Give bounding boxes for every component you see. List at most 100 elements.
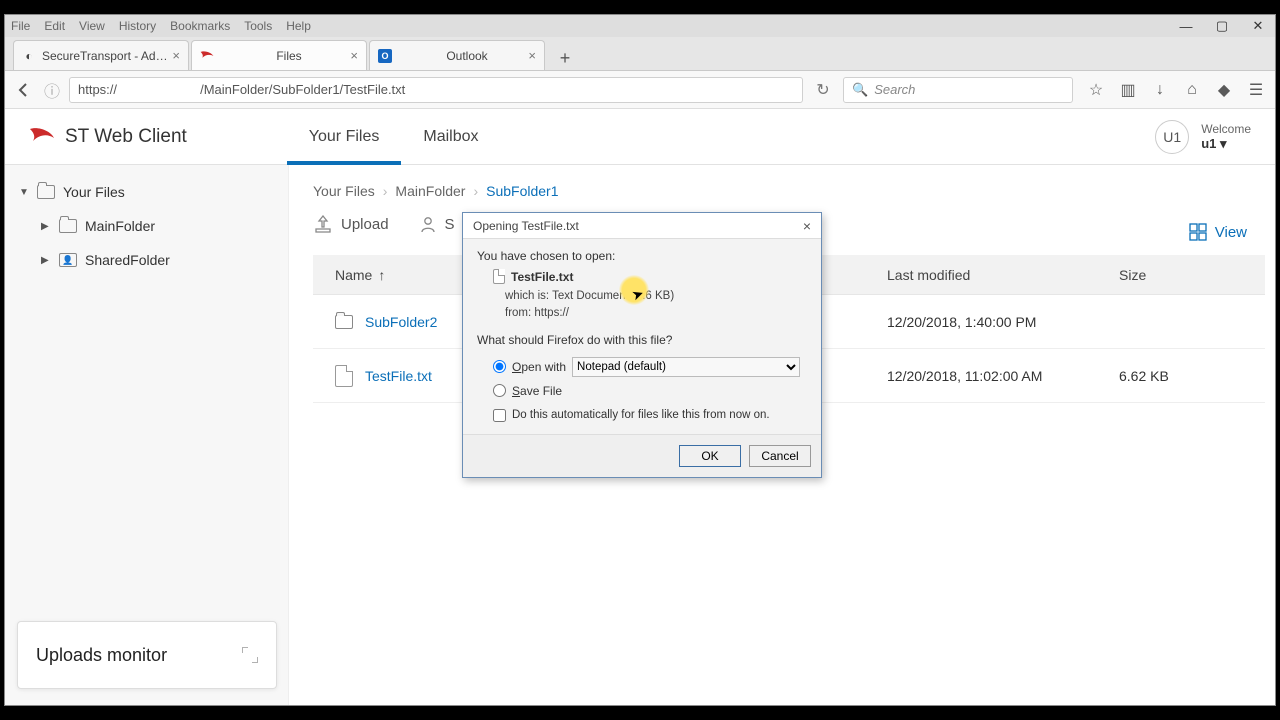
view-toggle[interactable]: View <box>1189 223 1247 241</box>
nav-your-files[interactable]: Your Files <box>287 109 402 164</box>
folder-icon <box>335 315 353 329</box>
remember-checkbox[interactable] <box>493 409 506 422</box>
row-modified: 12/20/2018, 1:40:00 PM <box>887 314 1119 330</box>
folder-icon <box>37 185 55 199</box>
tab-close-icon[interactable]: × <box>350 48 358 63</box>
tab-close-icon[interactable]: × <box>172 48 180 63</box>
search-placeholder: Search <box>874 82 915 97</box>
ok-button[interactable]: OK <box>679 445 741 467</box>
url-text: https:// /MainFolder/SubFolder1/TestFile… <box>78 82 405 97</box>
reload-button[interactable]: ↻ <box>809 79 837 101</box>
globe-icon: ◐ <box>22 49 36 63</box>
breadcrumb: Your Files › MainFolder › SubFolder1 <box>313 183 1275 199</box>
app-swoosh-icon <box>200 49 214 63</box>
new-tab-button[interactable]: + <box>553 46 577 70</box>
browser-tabstrip: ◐ SecureTransport - Administrati × Files… <box>5 37 1275 71</box>
browser-search[interactable]: 🔍 Search <box>843 77 1073 103</box>
col-modified-header[interactable]: Last modified <box>887 267 1119 283</box>
upload-icon <box>313 215 333 233</box>
app-menubar: File Edit View History Bookmarks Tools H… <box>5 15 1275 37</box>
downloads-icon[interactable]: ↓ <box>1149 79 1171 101</box>
tab-label: Outlook <box>446 49 487 63</box>
dialog-filename: TestFile.txt <box>511 270 573 284</box>
avatar[interactable]: U1 <box>1155 120 1189 154</box>
app-header: ST Web Client Your Files Mailbox U1 Welc… <box>5 109 1275 165</box>
url-bar[interactable]: https:// /MainFolder/SubFolder1/TestFile… <box>69 77 803 103</box>
brand-swoosh-icon <box>29 127 55 147</box>
upload-button[interactable]: Upload <box>313 215 389 233</box>
chevron-down-icon: ▾ <box>1220 136 1227 151</box>
file-icon <box>335 365 353 387</box>
tree-item-sharedfolder[interactable]: ▶ 👤 SharedFolder <box>5 243 288 277</box>
browser-toolbar: ⓘ https:// /MainFolder/SubFolder1/TestFi… <box>5 71 1275 109</box>
share-button[interactable]: S <box>419 215 455 233</box>
menu-edit[interactable]: Edit <box>44 19 65 33</box>
window-close-icon[interactable]: ✕ <box>1247 18 1269 34</box>
chevron-right-icon: › <box>473 183 478 199</box>
nav-mailbox[interactable]: Mailbox <box>401 109 500 164</box>
grid-icon <box>1189 223 1207 241</box>
dialog-titlebar: Opening TestFile.txt × <box>463 213 821 239</box>
welcome-block[interactable]: Welcome u1 ▾ <box>1201 122 1251 152</box>
caret-right-icon: ▶ <box>41 221 51 232</box>
dialog-question: What should Firefox do with this file? <box>477 333 807 347</box>
back-button[interactable] <box>13 79 35 101</box>
cancel-button[interactable]: Cancel <box>749 445 811 467</box>
open-file-dialog: Opening TestFile.txt × You have chosen t… <box>462 212 822 478</box>
col-size-header[interactable]: Size <box>1119 267 1265 283</box>
expand-icon[interactable] <box>242 647 258 663</box>
menu-history[interactable]: History <box>119 19 156 33</box>
caret-right-icon: ▶ <box>41 255 51 266</box>
library-icon[interactable]: ▥ <box>1117 79 1139 101</box>
tree-item-label: SharedFolder <box>85 252 170 268</box>
caret-down-icon: ▼ <box>19 187 29 198</box>
tree-item-label: MainFolder <box>85 218 155 234</box>
sort-asc-icon: ↑ <box>378 267 385 283</box>
dialog-title: Opening TestFile.txt <box>473 219 579 233</box>
pocket-icon[interactable]: ◆ <box>1213 79 1235 101</box>
row-size: 6.62 KB <box>1119 368 1265 384</box>
open-with-select[interactable]: Notepad (default) <box>572 357 800 377</box>
menu-file[interactable]: File <box>11 19 30 33</box>
tab-label: Files <box>276 49 301 63</box>
dialog-which-is: which is: Text Document (6.6 KB) <box>505 288 807 305</box>
welcome-label: Welcome <box>1201 122 1251 136</box>
tree-root[interactable]: ▼ Your Files <box>5 175 288 209</box>
chevron-right-icon: › <box>383 183 388 199</box>
hamburger-menu-icon[interactable]: ☰ <box>1245 79 1267 101</box>
window-minimize-icon[interactable]: — <box>1175 19 1197 34</box>
row-name: SubFolder2 <box>365 314 437 330</box>
brand-title: ST Web Client <box>65 126 187 148</box>
identity-icon[interactable]: ⓘ <box>41 79 63 101</box>
menu-help[interactable]: Help <box>286 19 311 33</box>
dialog-close-icon[interactable]: × <box>803 218 811 234</box>
window-maximize-icon[interactable]: ▢ <box>1211 18 1233 34</box>
upload-label: Upload <box>341 216 389 233</box>
save-file-label: Save File <box>512 384 562 398</box>
breadcrumb-item[interactable]: Your Files <box>313 183 375 199</box>
open-with-radio[interactable] <box>493 360 506 373</box>
home-icon[interactable]: ⌂ <box>1181 79 1203 101</box>
menu-tools[interactable]: Tools <box>244 19 272 33</box>
menu-view[interactable]: View <box>79 19 105 33</box>
row-modified: 12/20/2018, 11:02:00 AM <box>887 368 1119 384</box>
person-icon <box>419 215 437 233</box>
tree-item-mainfolder[interactable]: ▶ MainFolder <box>5 209 288 243</box>
share-label: S <box>445 216 455 233</box>
browser-tab-2[interactable]: Files × <box>191 40 367 70</box>
uploads-monitor-panel[interactable]: Uploads monitor <box>17 621 277 689</box>
browser-tab-1[interactable]: ◐ SecureTransport - Administrati × <box>13 40 189 70</box>
tab-close-icon[interactable]: × <box>528 48 536 63</box>
brand: ST Web Client <box>29 126 187 148</box>
tree-root-label: Your Files <box>63 184 125 200</box>
save-file-radio[interactable] <box>493 384 506 397</box>
open-with-label: Open with <box>512 360 566 374</box>
shared-folder-icon: 👤 <box>59 253 77 267</box>
menu-bookmarks[interactable]: Bookmarks <box>170 19 230 33</box>
file-icon <box>493 269 505 284</box>
dialog-from: from: https:// <box>505 305 807 322</box>
user-box: U1 Welcome u1 ▾ <box>1155 120 1251 154</box>
bookmark-star-icon[interactable]: ☆ <box>1085 79 1107 101</box>
breadcrumb-item[interactable]: MainFolder <box>395 183 465 199</box>
browser-tab-3[interactable]: O Outlook × <box>369 40 545 70</box>
